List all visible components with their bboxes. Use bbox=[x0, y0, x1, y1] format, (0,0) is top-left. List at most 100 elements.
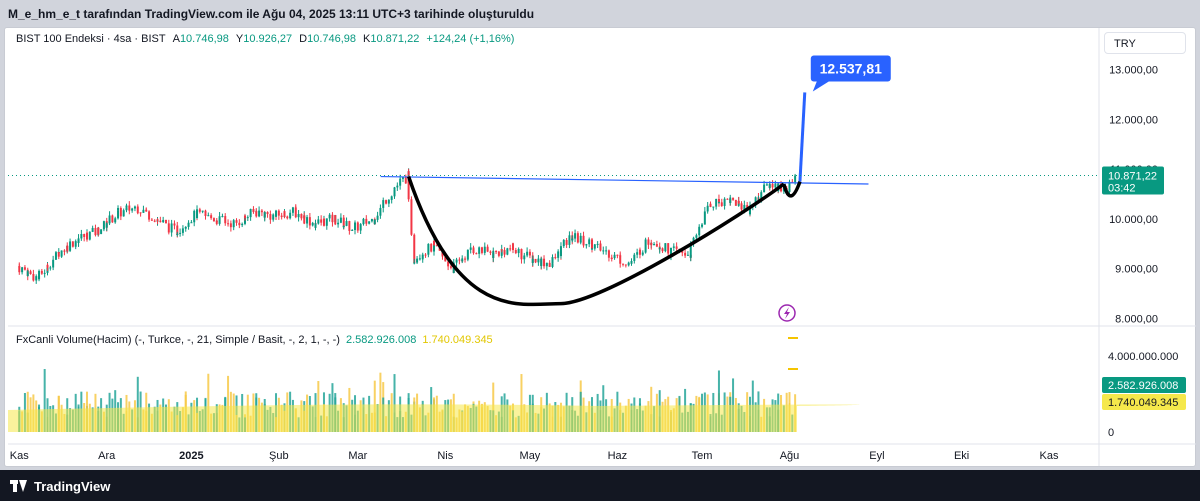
candle-body bbox=[655, 244, 658, 247]
candle-body bbox=[249, 209, 252, 218]
candle-body bbox=[111, 215, 114, 223]
candle-body bbox=[128, 205, 131, 211]
candle-body bbox=[210, 215, 213, 219]
candle-body bbox=[139, 212, 142, 214]
candle-body bbox=[599, 243, 602, 251]
candle-body bbox=[658, 248, 661, 250]
candle-body bbox=[399, 178, 402, 181]
candle-body bbox=[390, 196, 393, 200]
symbol-label[interactable]: BIST 100 Endeksi · 4sa · BIST bbox=[16, 33, 166, 45]
candle-body bbox=[193, 210, 196, 223]
candle-body bbox=[469, 247, 472, 250]
price-tick-label: 10.000,00 bbox=[1109, 214, 1158, 226]
candle-body bbox=[373, 219, 376, 225]
candle-body bbox=[300, 214, 303, 219]
candle-body bbox=[252, 209, 255, 212]
volume-ma-value: 1.740.049.345 bbox=[422, 334, 493, 346]
candle-body bbox=[212, 218, 215, 222]
low-label: D bbox=[299, 33, 308, 45]
candle-body bbox=[156, 219, 159, 221]
candle-body bbox=[410, 199, 413, 235]
candle-body bbox=[413, 234, 416, 264]
candle-body bbox=[590, 248, 593, 250]
candle-body bbox=[430, 243, 433, 252]
candle-body bbox=[466, 249, 469, 260]
candle-body bbox=[159, 220, 162, 223]
change-value: +124,24 (+1,16%) bbox=[426, 33, 515, 45]
candle-body bbox=[726, 198, 729, 200]
candle-body bbox=[715, 198, 718, 207]
candle-body bbox=[568, 235, 571, 245]
candle-body bbox=[351, 229, 354, 231]
candle-body bbox=[196, 209, 199, 218]
volume-bars bbox=[8, 369, 860, 432]
candle-body bbox=[723, 198, 726, 206]
volume-ma-area bbox=[8, 404, 860, 432]
volume-legend[interactable]: FxCanli Volume(Hacim) (-, Turkce, -, 21,… bbox=[16, 334, 493, 346]
candle-body bbox=[52, 259, 55, 268]
candle-body bbox=[29, 271, 32, 275]
candle-body bbox=[26, 271, 29, 276]
time-tick-label: Nis bbox=[437, 450, 453, 462]
candle-body bbox=[218, 216, 221, 224]
candle-body bbox=[610, 257, 613, 259]
candle-body bbox=[57, 252, 60, 257]
candle-body bbox=[661, 248, 664, 252]
candle-body bbox=[334, 215, 337, 225]
candle-body bbox=[548, 262, 551, 267]
candle-body bbox=[449, 266, 452, 268]
candle-body bbox=[664, 243, 667, 252]
candle-body bbox=[616, 254, 619, 256]
target-line bbox=[798, 92, 807, 182]
candle-body bbox=[85, 232, 88, 240]
time-tick-label: May bbox=[520, 450, 541, 462]
candle-body bbox=[605, 250, 608, 252]
close-value: 10.871,22 bbox=[370, 33, 420, 45]
handle-curve bbox=[782, 180, 802, 198]
volume-value: 2.582.926.008 bbox=[345, 334, 417, 346]
candle-body bbox=[576, 233, 579, 243]
candle-body bbox=[382, 200, 385, 204]
candle-body bbox=[729, 197, 732, 203]
candle-body bbox=[80, 234, 83, 239]
price-tick-label: 12.000,00 bbox=[1109, 114, 1158, 126]
price-legend[interactable]: BIST 100 Endeksi · 4sa · BIST A 10.746,98… bbox=[16, 33, 514, 45]
candle-body bbox=[509, 248, 512, 250]
candle-body bbox=[35, 276, 38, 281]
candle-body bbox=[91, 227, 94, 232]
time-tick-label: Kas bbox=[10, 450, 29, 462]
candle-body bbox=[613, 254, 616, 259]
candle-body bbox=[255, 211, 258, 217]
candle-body bbox=[198, 209, 201, 212]
candle-body bbox=[229, 223, 232, 228]
candle-body bbox=[706, 205, 709, 212]
currency-button[interactable]: TRY bbox=[1104, 32, 1186, 54]
candle-body bbox=[472, 248, 475, 254]
price-tick-label: 9.000,00 bbox=[1115, 264, 1158, 276]
candle-body bbox=[69, 241, 72, 251]
time-tick-label: 2025 bbox=[179, 450, 203, 462]
candle-body bbox=[269, 214, 272, 220]
volume-tag-value: 2.582.926.008 bbox=[1108, 380, 1178, 392]
candle-body bbox=[695, 235, 698, 238]
candle-body bbox=[641, 252, 644, 255]
candle-body bbox=[647, 239, 650, 245]
lightning-icon bbox=[778, 304, 796, 322]
candle-body bbox=[207, 215, 210, 217]
chart-canvas[interactable]: 12.537,81 8.000,009.000,0010.000,0011.00… bbox=[0, 0, 1200, 470]
candle-body bbox=[294, 209, 297, 218]
candle-body bbox=[325, 218, 328, 226]
low-value: 10.746,98 bbox=[307, 33, 357, 45]
candle-body bbox=[393, 187, 396, 190]
volume-ma-tag-value: 1.740.049.345 bbox=[1108, 397, 1178, 409]
tradingview-logo[interactable]: TradingView bbox=[10, 477, 110, 495]
volume-indicator-label[interactable]: FxCanli Volume(Hacim) (-, Turkce, -, 21,… bbox=[16, 334, 340, 346]
candle-body bbox=[38, 270, 41, 280]
candle-body bbox=[732, 197, 735, 200]
candle-body bbox=[734, 199, 737, 206]
candle-body bbox=[540, 258, 543, 266]
candle-body bbox=[709, 203, 712, 207]
candle-body bbox=[339, 217, 342, 223]
candle-body bbox=[404, 177, 407, 184]
candle-body bbox=[636, 252, 639, 255]
